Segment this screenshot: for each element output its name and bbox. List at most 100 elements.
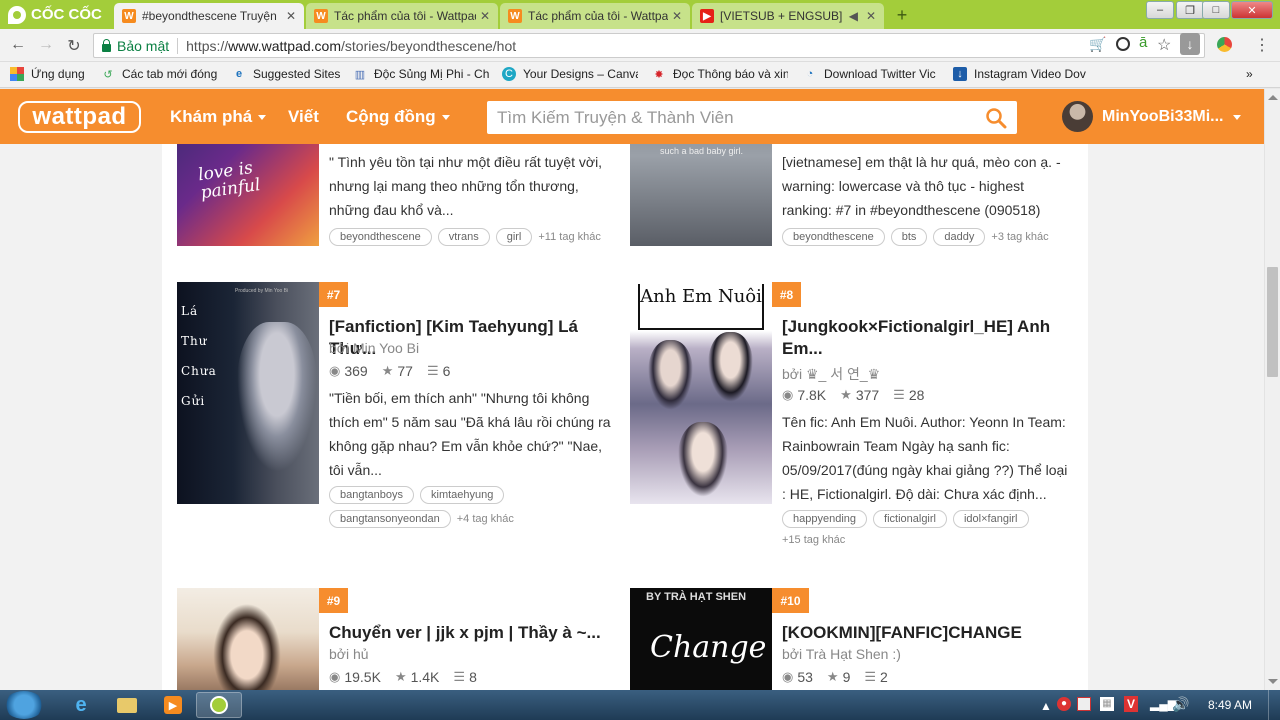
tag[interactable]: kimtaehyung — [420, 486, 505, 504]
menu-icon[interactable]: ⋮ — [1254, 35, 1270, 55]
mute-icon[interactable]: ◀ — [849, 9, 858, 23]
story-card[interactable]: love is painful " Tình yêu tồn tại như m… — [177, 144, 617, 246]
bookmark-item[interactable]: C Your Designs – Canva — [502, 67, 638, 81]
url-text[interactable]: https://www.wattpad.com/stories/beyondth… — [186, 38, 516, 54]
avatar[interactable] — [1062, 101, 1093, 132]
nav-write[interactable]: Viết — [288, 107, 319, 127]
show-desktop-button[interactable] — [1268, 690, 1280, 720]
tag[interactable]: happyending — [782, 510, 868, 528]
bookmark-item[interactable]: e Suggested Sites — [232, 67, 340, 81]
back-button[interactable]: ← — [8, 36, 28, 54]
browser-tab[interactable]: W Tác phẩm của tôi - Wattpad ✕ — [500, 3, 690, 29]
close-icon[interactable]: ✕ — [672, 9, 682, 23]
close-icon[interactable]: ✕ — [866, 9, 876, 23]
bookmark-item[interactable]: ◔ Download Twitter Vic — [803, 67, 941, 81]
story-cover[interactable]: Anh Em Nuôi — [630, 282, 772, 504]
story-title[interactable]: [KOOKMIN][FANFIC]CHANGE — [782, 622, 1072, 644]
tray-flag-icon[interactable] — [1077, 697, 1091, 711]
story-card[interactable]: Produced by Min Yoo Bi Lá Thư Chưa Gửi #… — [177, 282, 617, 552]
tray-unikey-icon[interactable]: V — [1124, 696, 1138, 712]
search-icon[interactable] — [985, 107, 1007, 129]
address-bar[interactable]: Bảo mật https://www.wattpad.com/stories/… — [93, 33, 1205, 58]
more-tags-link[interactable]: +15 tag khác — [782, 534, 845, 546]
close-icon[interactable]: ✕ — [286, 9, 296, 23]
tag[interactable]: vtrans — [437, 228, 490, 246]
story-cover[interactable]: such a bad baby girl. — [630, 144, 772, 246]
wattpad-favicon-icon: W — [314, 9, 328, 23]
star-icon[interactable]: ☆ — [1157, 35, 1171, 55]
tag[interactable]: fictionalgirl — [873, 510, 947, 528]
volume-icon[interactable]: 🔊 — [1172, 696, 1189, 713]
search-input[interactable] — [487, 101, 977, 134]
bookmark-item[interactable]: ↓ Instagram Video Dov — [953, 67, 1088, 81]
bookmarks-overflow-button[interactable]: » — [1246, 67, 1253, 81]
taskbar-media-player[interactable]: ▶ — [150, 692, 196, 718]
story-author[interactable]: bởi hủ — [329, 646, 369, 662]
taskbar-explorer[interactable] — [104, 692, 150, 718]
scroll-up-icon[interactable] — [1268, 95, 1278, 100]
reload-button[interactable]: ↻ — [64, 36, 84, 56]
browser-tab[interactable]: W #beyondthescene Truyện ✕ — [114, 3, 304, 29]
scroll-thumb[interactable] — [1267, 267, 1278, 377]
nav-community[interactable]: Cộng đồng — [346, 107, 450, 127]
new-tab-button[interactable]: + — [892, 5, 912, 25]
tag[interactable]: daddy — [933, 228, 986, 246]
more-tags-link[interactable]: +11 tag khác — [538, 231, 600, 243]
story-card[interactable]: #9 Chuyển ver | jjk x pjm | Thầy à ~... … — [177, 588, 617, 690]
more-tags-link[interactable]: +4 tag khác — [457, 513, 514, 525]
browser-tab[interactable]: ▶ [VIETSUB + ENGSUB] B ◀ ✕ — [692, 3, 884, 29]
story-author[interactable]: bởi Min Yoo Bi — [329, 340, 419, 356]
user-menu[interactable]: MinYooBi33Mi... — [1102, 108, 1242, 126]
scroll-down-icon[interactable] — [1268, 679, 1278, 684]
story-title[interactable]: Chuyển ver | jjk x pjm | Thầy à ~... — [329, 622, 619, 644]
coccoc-extension-icon[interactable] — [1217, 37, 1232, 52]
reads-stat: ◉ 53 — [782, 669, 813, 685]
tag[interactable]: bangtansonyeondan — [329, 510, 451, 528]
nav-discover[interactable]: Khám phá — [170, 107, 267, 127]
story-card[interactable]: Anh Em Nuôi #8 [Jungkook×Fictionalgirl_H… — [630, 282, 1070, 552]
coccoc-logo[interactable]: CỐC CỐC — [0, 0, 112, 29]
tag[interactable]: beyondthescene — [329, 228, 432, 246]
tag[interactable]: beyondthescene — [782, 228, 885, 246]
tray-expand-icon[interactable]: ▲ — [1040, 699, 1052, 713]
bookmark-item[interactable]: ↺ Các tab mới đóng — [101, 67, 217, 81]
story-card[interactable]: BY TRÀ HẠT SHEN Change #10 [KOOKMIN][FAN… — [630, 588, 1070, 690]
story-cover[interactable]: love is painful — [177, 144, 319, 246]
close-icon[interactable]: ✕ — [480, 9, 490, 23]
story-cover[interactable]: BY TRÀ HẠT SHEN Change — [630, 588, 772, 690]
forward-button[interactable]: → — [36, 36, 56, 54]
story-cover[interactable] — [177, 588, 319, 690]
bookmark-item[interactable]: ▥ Độc Sủng Mị Phi - Ch — [353, 67, 490, 81]
story-title[interactable]: [Jungkook×Fictionalgirl_HE] Anh Em... — [782, 316, 1072, 360]
restore-button[interactable]: ❐ — [1176, 1, 1204, 19]
page-scrollbar[interactable] — [1264, 89, 1280, 690]
tray-app-icon[interactable]: ● — [1057, 697, 1071, 711]
clock[interactable]: 8:49 AM — [1208, 698, 1252, 712]
cart-icon[interactable]: 🛒 — [1089, 36, 1106, 53]
security-indicator[interactable]: Bảo mật — [94, 38, 169, 54]
taskbar-coccoc[interactable] — [196, 692, 242, 718]
story-cover[interactable]: Produced by Min Yoo Bi Lá Thư Chưa Gửi — [177, 282, 319, 504]
browser-tab[interactable]: W Tác phẩm của tôi - Wattpad ✕ — [306, 3, 498, 29]
block-icon[interactable] — [1116, 37, 1130, 51]
tag[interactable]: girl — [495, 228, 533, 246]
wattpad-logo[interactable]: wattpad — [18, 101, 141, 133]
story-author[interactable]: bởi Trà Hạt Shen :) — [782, 646, 901, 662]
typing-icon[interactable]: ā — [1139, 34, 1147, 51]
start-button[interactable] — [4, 691, 44, 719]
tray-network-icon[interactable]: ▦ — [1100, 697, 1114, 711]
close-window-button[interactable]: ✕ — [1231, 1, 1273, 19]
maximize-button[interactable]: □ — [1202, 1, 1230, 19]
tag[interactable]: idol×fangirl — [952, 510, 1029, 528]
parts-stat: ☰ 8 — [453, 669, 476, 685]
story-author[interactable]: bởi ♛_ 서 연_♛ — [782, 364, 880, 384]
taskbar-ie[interactable]: e — [58, 692, 104, 718]
more-tags-link[interactable]: +3 tag khác — [991, 231, 1048, 243]
download-icon[interactable]: ↓ — [1180, 33, 1200, 55]
bookmark-item[interactable]: ✸ Đọc Thông báo và xin — [652, 67, 788, 81]
tag[interactable]: bangtanboys — [329, 486, 414, 504]
tag[interactable]: bts — [890, 228, 928, 246]
bookmark-apps[interactable]: Ứng dụng — [10, 67, 85, 81]
minimize-button[interactable]: – — [1146, 1, 1174, 19]
story-card[interactable]: such a bad baby girl. [vietnamese] em th… — [630, 144, 1070, 246]
